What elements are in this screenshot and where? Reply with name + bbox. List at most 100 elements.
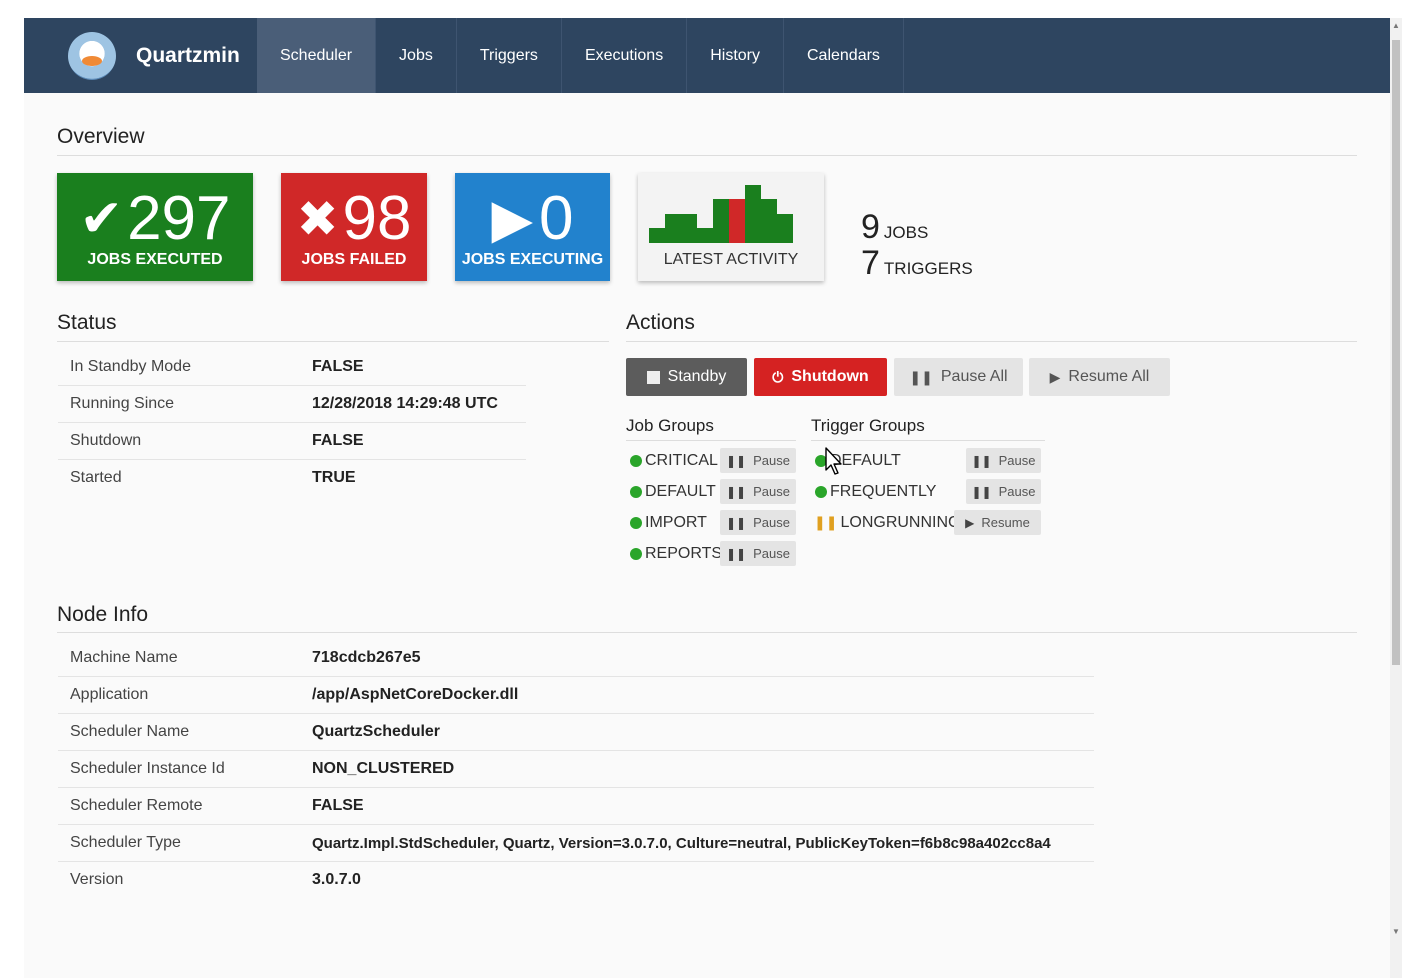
- node-info-key: Scheduler Type: [70, 834, 181, 851]
- resume-label: Resume: [981, 515, 1030, 530]
- pause-label: Pause: [753, 515, 790, 530]
- paused-status-icon: ❚❚: [814, 514, 838, 530]
- activity-bar: [761, 199, 777, 243]
- job-groups-list: CRITICAL ❚❚ Pause DEFAULT ❚❚ Pause IMPORT …: [626, 445, 798, 569]
- actions-divider: [626, 341, 1357, 342]
- job-group-name: REPORTS: [645, 544, 723, 562]
- trigger-group-name: LONGRUNNING: [840, 513, 961, 531]
- resume-all-button[interactable]: ▶ Resume All: [1029, 358, 1170, 396]
- node-info-value: 718cdcb267e5: [312, 648, 421, 666]
- power-icon: ⏻: [772, 368, 784, 385]
- counts-summary: 9 JOBS 7 TRIGGERS: [861, 208, 973, 282]
- standby-button[interactable]: Standby: [626, 358, 747, 396]
- play-icon: ▶: [1049, 368, 1061, 385]
- node-info-value: QuartzScheduler: [312, 723, 441, 740]
- status-key: Shutdown: [70, 432, 142, 449]
- job-group-name: CRITICAL: [645, 451, 718, 469]
- status-row: In Standby Mode FALSE: [58, 348, 526, 385]
- nav-triggers[interactable]: Triggers: [457, 18, 562, 93]
- cross-icon: ✖: [296, 191, 339, 247]
- shutdown-label: Shutdown: [791, 368, 869, 385]
- nav-executions[interactable]: Executions: [562, 18, 688, 93]
- jobs-executed-count: 297: [127, 184, 231, 253]
- nav-scheduler[interactable]: Scheduler: [257, 18, 377, 93]
- job-group-pause-button[interactable]: ❚❚ Pause: [720, 510, 796, 535]
- status-row: Started TRUE: [58, 459, 526, 496]
- nav-history[interactable]: History: [687, 18, 784, 93]
- scroll-up-arrow-icon[interactable]: ▲: [1390, 20, 1402, 32]
- nav-jobs[interactable]: Jobs: [376, 18, 457, 93]
- pause-icon: ❚❚: [726, 546, 747, 561]
- pause-all-button[interactable]: ❚❚ Pause All: [894, 358, 1023, 396]
- node-info-key: Scheduler Remote: [70, 797, 203, 814]
- running-status-dot-icon: [630, 454, 642, 467]
- trigger-group-item: DEFAULT ❚❚ Pause: [811, 445, 1045, 476]
- jobs-executed-tile[interactable]: ✔ 297 JOBS EXECUTED: [57, 173, 253, 281]
- activity-bar: [777, 214, 793, 243]
- node-info-value: NON_CLUSTERED: [312, 760, 455, 777]
- trigger-group-item: FREQUENTLY ❚❚ Pause: [811, 476, 1045, 507]
- play-icon: ▶: [965, 515, 975, 530]
- job-group-pause-button[interactable]: ❚❚ Pause: [720, 541, 796, 566]
- pause-label: Pause: [998, 453, 1036, 468]
- pause-label: Pause: [753, 546, 790, 561]
- node-info-key: Application: [70, 686, 149, 703]
- overview-title: Overview: [57, 125, 145, 148]
- trigger-groups-title: Trigger Groups: [811, 416, 925, 435]
- quartzmin-logo-icon: [68, 31, 116, 80]
- trigger-group-pause-button[interactable]: ❚❚ Pause: [966, 448, 1041, 473]
- node-info-key: Scheduler Name: [70, 723, 190, 740]
- pause-label: Pause: [753, 453, 790, 468]
- jobs-failed-tile[interactable]: ✖ 98 JOBS FAILED: [281, 173, 427, 281]
- job-group-name: DEFAULT: [645, 482, 716, 500]
- trigger-group-pause-button[interactable]: ❚❚ Pause: [966, 479, 1041, 504]
- job-group-pause-button[interactable]: ❚❚ Pause: [720, 448, 796, 473]
- nav-calendars[interactable]: Calendars: [784, 18, 904, 93]
- node-info-row: Application /app/AspNetCoreDocker.dll: [58, 676, 1094, 713]
- scrollbar-thumb[interactable]: [1392, 40, 1400, 665]
- latest-activity-label: LATEST ACTIVITY: [663, 251, 799, 268]
- activity-bar: [649, 228, 665, 243]
- node-info-row: Scheduler Type Quartz.Impl.StdScheduler,…: [58, 824, 1094, 861]
- mouse-cursor-icon: [825, 447, 842, 475]
- activity-bar: [681, 214, 697, 243]
- job-group-pause-button[interactable]: ❚❚ Pause: [720, 479, 796, 504]
- status-key: Started: [70, 469, 122, 486]
- jobs-executing-tile[interactable]: ▶ 0 JOBS EXECUTING: [455, 173, 610, 281]
- shutdown-button[interactable]: ⏻ Shutdown: [754, 358, 887, 396]
- job-group-item: CRITICAL ❚❚ Pause: [626, 445, 798, 476]
- trigger-groups-list: DEFAULT ❚❚ Pause FREQUENTLY ❚❚ Pause ❚❚ LO…: [811, 445, 1045, 538]
- node-info-key: Scheduler Instance Id: [70, 760, 225, 777]
- vertical-scrollbar[interactable]: ▲ ▼: [1390, 18, 1402, 978]
- jobs-failed-count: 98: [342, 184, 412, 253]
- status-row: Shutdown FALSE: [58, 422, 526, 459]
- running-status-dot-icon: [630, 516, 642, 529]
- scroll-down-arrow-icon[interactable]: ▼: [1390, 926, 1402, 938]
- pause-icon: ❚❚: [726, 484, 747, 499]
- pause-icon: ❚❚: [909, 368, 933, 385]
- node-info-row: Machine Name 718cdcb267e5: [58, 639, 1094, 676]
- status-title: Status: [57, 311, 117, 334]
- activity-bar: [729, 199, 745, 243]
- node-info-title: Node Info: [57, 603, 149, 626]
- node-info-row: Version 3.0.7.0: [58, 861, 1094, 898]
- trigger-groups-divider: [811, 440, 1045, 441]
- resume-all-label: Resume All: [1068, 368, 1150, 385]
- pause-all-label: Pause All: [940, 368, 1008, 385]
- stop-square-icon: [646, 370, 660, 384]
- job-groups-title: Job Groups: [626, 416, 714, 435]
- node-info-row: Scheduler Name QuartzScheduler: [58, 713, 1094, 750]
- jobs-count-label: JOBS: [883, 223, 929, 242]
- standby-label: Standby: [667, 368, 727, 385]
- brand[interactable]: Quartzmin: [24, 18, 257, 93]
- trigger-group-item: ❚❚ LONGRUNNING ▶ Resume: [811, 507, 1045, 538]
- jobs-executed-label: JOBS EXECUTED: [87, 251, 223, 268]
- node-info-key: Machine Name: [70, 648, 178, 666]
- trigger-group-resume-button[interactable]: ▶ Resume: [954, 510, 1041, 535]
- node-info-row: Scheduler Instance Id NON_CLUSTERED: [58, 750, 1094, 787]
- status-value: TRUE: [312, 469, 356, 486]
- latest-activity-tile[interactable]: LATEST ACTIVITY: [638, 173, 824, 281]
- activity-bars: [649, 185, 793, 243]
- pause-label: Pause: [753, 484, 790, 499]
- status-value: FALSE: [312, 432, 364, 449]
